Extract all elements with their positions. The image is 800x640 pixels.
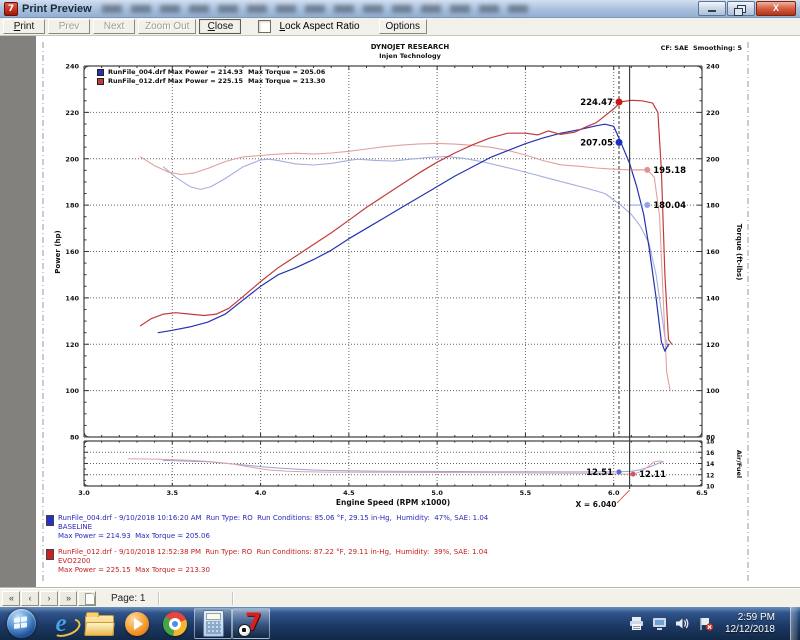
taskbar: e 7 (0, 607, 800, 640)
page-list-button[interactable] (78, 591, 96, 606)
statusbar: « ‹ › » Page: 1 (0, 588, 800, 607)
internet-explorer-icon: e (55, 611, 66, 637)
document-icon (85, 593, 95, 605)
titlebar: 7 Print Preview X (0, 0, 800, 18)
zoom-out-button[interactable]: Zoom Out (138, 19, 196, 34)
page-indicator: Page: 1 (111, 593, 145, 604)
volume-tray-icon[interactable] (675, 616, 691, 632)
taskbar-item-calculator[interactable] (194, 608, 232, 639)
prev-button[interactable]: Prev (48, 19, 90, 34)
statusbar-divider (158, 592, 159, 605)
taskbar-clock[interactable]: 2:59 PM 12/12/2018 (725, 612, 775, 636)
printer-tray-icon[interactable] (629, 616, 645, 632)
start-button[interactable] (7, 609, 36, 638)
print-button[interactable]: Print (3, 19, 45, 34)
redacted-title-text (102, 5, 532, 13)
clock-time: 2:59 PM (725, 612, 775, 624)
options-button[interactable]: Options (379, 19, 427, 34)
show-desktop-button[interactable] (790, 607, 798, 640)
next-button[interactable]: Next (93, 19, 135, 34)
close-preview-button[interactable]: Close (199, 19, 241, 34)
taskbar-item-media-player[interactable] (118, 608, 156, 639)
windows-logo-icon (14, 616, 29, 631)
print-page (36, 36, 800, 588)
taskbar-item-windows-explorer[interactable] (80, 608, 118, 639)
taskbar-item-internet-explorer[interactable]: e (42, 608, 80, 639)
minimize-button[interactable] (698, 1, 726, 16)
clock-date: 12/12/2018 (725, 624, 775, 636)
lock-aspect-ratio-label: Lock Aspect Ratio (279, 21, 359, 32)
lock-aspect-ratio-checkbox[interactable] (258, 20, 271, 33)
display-tray-icon[interactable] (652, 616, 668, 632)
taskbar-item-dynojet-winpep[interactable]: 7 (232, 608, 270, 639)
folder-icon (85, 615, 114, 636)
statusbar-divider (232, 592, 233, 605)
restore-icon (737, 5, 746, 13)
restore-button[interactable] (727, 1, 755, 16)
window-title: Print Preview (22, 3, 92, 15)
calculator-icon (203, 610, 224, 637)
window-controls: X (698, 1, 796, 16)
media-player-icon (125, 612, 149, 636)
app-icon: 7 (4, 2, 18, 16)
minimize-icon (708, 10, 716, 12)
chrome-icon (163, 612, 187, 636)
system-tray: 2:59 PM 12/12/2018 (629, 607, 798, 640)
taskbar-item-chrome[interactable] (156, 608, 194, 639)
prev-page-button[interactable]: ‹ (21, 591, 39, 606)
next-page-button[interactable]: › (40, 591, 58, 606)
preview-backdrop (0, 36, 37, 588)
toolbar: Print Prev Next Zoom Out Close Lock Aspe… (0, 18, 800, 36)
action-center-tray-icon[interactable] (698, 616, 714, 632)
first-page-button[interactable]: « (2, 591, 20, 606)
print-preview-window: 224.47207.05195.18180.0412.5112.11808010… (0, 0, 800, 640)
last-page-button[interactable]: » (59, 591, 77, 606)
close-window-button[interactable]: X (756, 1, 796, 16)
dynojet-icon: 7 (238, 611, 264, 637)
